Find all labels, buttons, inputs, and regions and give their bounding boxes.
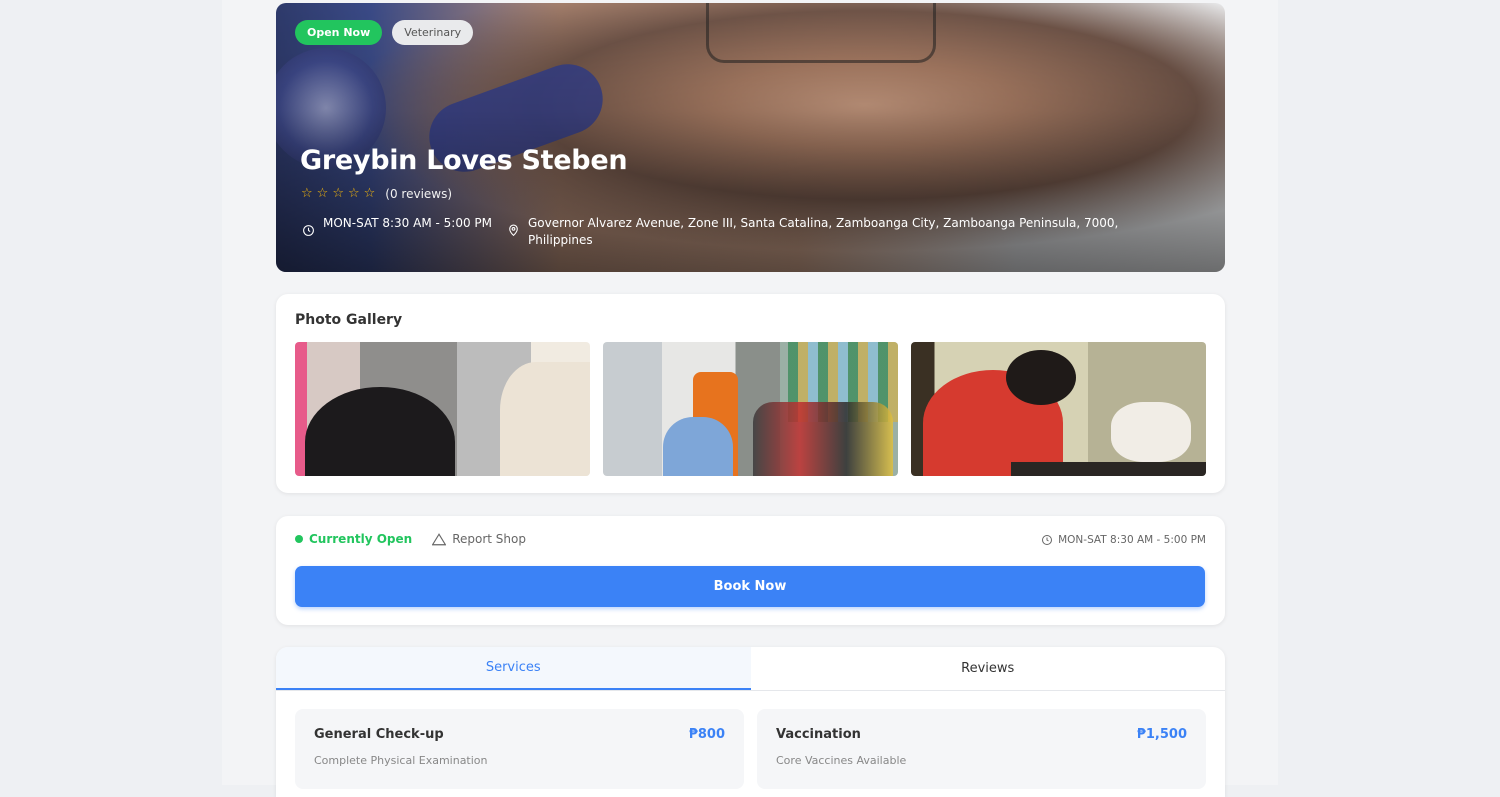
photo-gallery-card: Photo Gallery xyxy=(276,294,1225,493)
photo-table xyxy=(1011,462,1206,476)
page: Open Now Veterinary Greybin Loves Steben… xyxy=(222,0,1278,797)
star-icon: ☆ xyxy=(301,186,313,201)
photo-head xyxy=(1006,350,1076,405)
report-shop-link[interactable]: Report Shop xyxy=(432,532,526,546)
hero-hours: MON-SAT 8:30 AM - 5:00 PM xyxy=(302,215,492,237)
hero-badges: Open Now Veterinary xyxy=(295,20,474,45)
category-badge: Veterinary xyxy=(392,20,474,45)
star-icon: ☆ xyxy=(347,186,360,201)
reviews-count: (0 reviews) xyxy=(385,186,453,201)
service-item[interactable]: General Check-up ₱800 Complete Physical … xyxy=(295,709,744,789)
booking-card: Currently Open Report Shop MON-SAT 8:30 … xyxy=(276,516,1225,625)
gallery-photo[interactable] xyxy=(295,342,590,476)
star-icon: ☆ xyxy=(332,186,344,201)
tab-reviews[interactable]: Reviews xyxy=(751,647,1226,690)
booking-hours: MON-SAT 8:30 AM - 5:00 PM xyxy=(1041,534,1206,546)
book-now-button[interactable]: Book Now xyxy=(295,566,1205,607)
shop-name: Greybin Loves Steben xyxy=(300,145,628,176)
report-shop-label: Report Shop xyxy=(452,532,526,546)
location-pin-icon xyxy=(509,224,518,237)
clock-icon xyxy=(303,225,314,236)
star-icon: ☆ xyxy=(363,186,376,201)
photo-dog xyxy=(1111,402,1191,462)
gallery-photo[interactable] xyxy=(911,342,1206,476)
service-item[interactable]: Vaccination ₱1,500 Core Vaccines Availab… xyxy=(757,709,1206,789)
shop-hero-banner: Open Now Veterinary Greybin Loves Steben… xyxy=(276,3,1225,272)
open-now-badge: Open Now xyxy=(295,20,383,45)
clock-icon xyxy=(1042,535,1053,545)
photo-person xyxy=(305,387,455,476)
hero-address-text: Governor Alvarez Avenue, Zone III, Santa… xyxy=(528,216,1119,247)
services-reviews-card: Services Reviews General Check-up ₱800 C… xyxy=(276,647,1225,797)
gallery-title: Photo Gallery xyxy=(295,312,403,328)
service-price: ₱800 xyxy=(688,727,725,742)
photo-dog xyxy=(500,362,590,476)
hero-hours-text: MON-SAT 8:30 AM - 5:00 PM xyxy=(323,216,493,230)
warning-triangle-icon xyxy=(432,532,447,545)
booking-hours-text: MON-SAT 8:30 AM - 5:00 PM xyxy=(1058,534,1206,546)
service-description: Core Vaccines Available xyxy=(776,754,907,767)
currently-open-status: Currently Open xyxy=(295,532,412,546)
photo-people xyxy=(753,402,893,476)
tab-services[interactable]: Services xyxy=(276,647,751,690)
hero-address: Governor Alvarez Avenue, Zone III, Santa… xyxy=(507,215,1167,249)
tab-bar: Services Reviews xyxy=(276,647,1225,691)
shop-rating: ☆ ☆ ☆ ☆ ☆ (0 reviews) xyxy=(301,186,452,201)
service-price: ₱1,500 xyxy=(1136,727,1187,742)
gallery-photos xyxy=(295,342,1206,476)
service-name: Vaccination xyxy=(776,727,861,742)
open-dot-icon xyxy=(295,535,303,543)
service-name: General Check-up xyxy=(314,727,444,742)
star-icon: ☆ xyxy=(316,186,329,201)
currently-open-label: Currently Open xyxy=(309,532,413,546)
services-list: General Check-up ₱800 Complete Physical … xyxy=(295,709,1206,789)
gallery-photo[interactable] xyxy=(603,342,898,476)
photo-person xyxy=(663,417,733,476)
status-row: Currently Open Report Shop xyxy=(295,532,526,546)
service-description: Complete Physical Examination xyxy=(314,754,488,767)
